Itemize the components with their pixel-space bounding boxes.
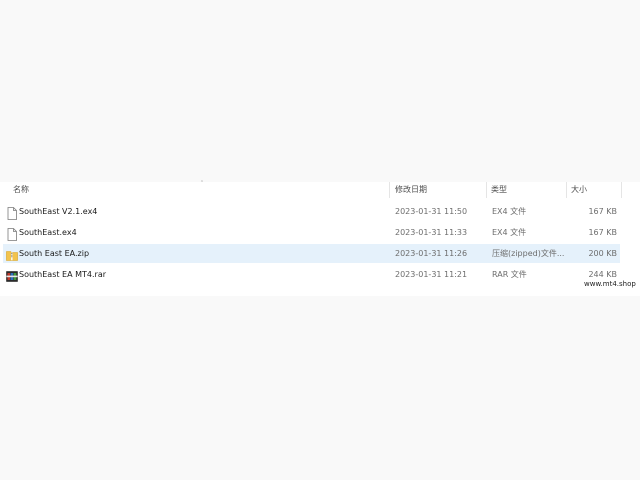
- file-name: SouthEast EA MT4.rar: [19, 270, 107, 279]
- column-header-date[interactable]: 修改日期: [391, 182, 485, 198]
- file-row[interactable]: SouthEast EA MT4.rar 2023-01-31 11:21 RAR …: [3, 265, 620, 284]
- column-header-size[interactable]: 大小: [567, 182, 621, 198]
- column-header-name[interactable]: 名称: [9, 182, 389, 198]
- file-row[interactable]: SouthEast.ex4 2023-01-31 11:33 EX4 文件 167 K…: [3, 223, 620, 242]
- column-divider[interactable]: [621, 182, 622, 198]
- file-type: 压缩(zipped)文件...: [492, 249, 565, 258]
- file-row[interactable]: SouthEast V2.1.ex4 2023-01-31 11:50 EX4 文件…: [3, 202, 620, 221]
- zip-folder-icon: [6, 247, 18, 261]
- file-explorer-window: ⌃ 名称 修改日期 类型 大小 SouthEast V2.1.ex4 2023-0…: [0, 0, 640, 480]
- document-icon: [6, 205, 18, 220]
- file-modified-date: 2023-01-31 11:50: [395, 207, 468, 216]
- file-size: 167 KB: [588, 207, 617, 216]
- file-list-pane: ⌃ 名称 修改日期 类型 大小 SouthEast V2.1.ex4 2023-0…: [0, 181, 640, 296]
- column-header-type[interactable]: 类型: [487, 182, 565, 198]
- file-name: SouthEast.ex4: [19, 228, 77, 237]
- document-icon: [6, 226, 18, 241]
- file-name: SouthEast V2.1.ex4: [19, 207, 98, 216]
- file-size: 167 KB: [588, 228, 617, 237]
- file-row[interactable]: South East EA.zip 2023-01-31 11:26 压缩(zipp…: [3, 244, 620, 263]
- rar-archive-icon: [6, 268, 18, 282]
- file-type: EX4 文件: [492, 228, 527, 237]
- file-name: South East EA.zip: [19, 249, 90, 258]
- watermark-text: www.mt4.shop: [584, 280, 636, 288]
- file-type: RAR 文件: [492, 270, 527, 279]
- file-modified-date: 2023-01-31 11:33: [395, 228, 468, 237]
- column-divider[interactable]: [389, 182, 390, 198]
- file-size: 200 KB: [588, 249, 617, 258]
- file-type: EX4 文件: [492, 207, 527, 216]
- file-modified-date: 2023-01-31 11:26: [395, 249, 468, 258]
- file-modified-date: 2023-01-31 11:21: [395, 270, 468, 279]
